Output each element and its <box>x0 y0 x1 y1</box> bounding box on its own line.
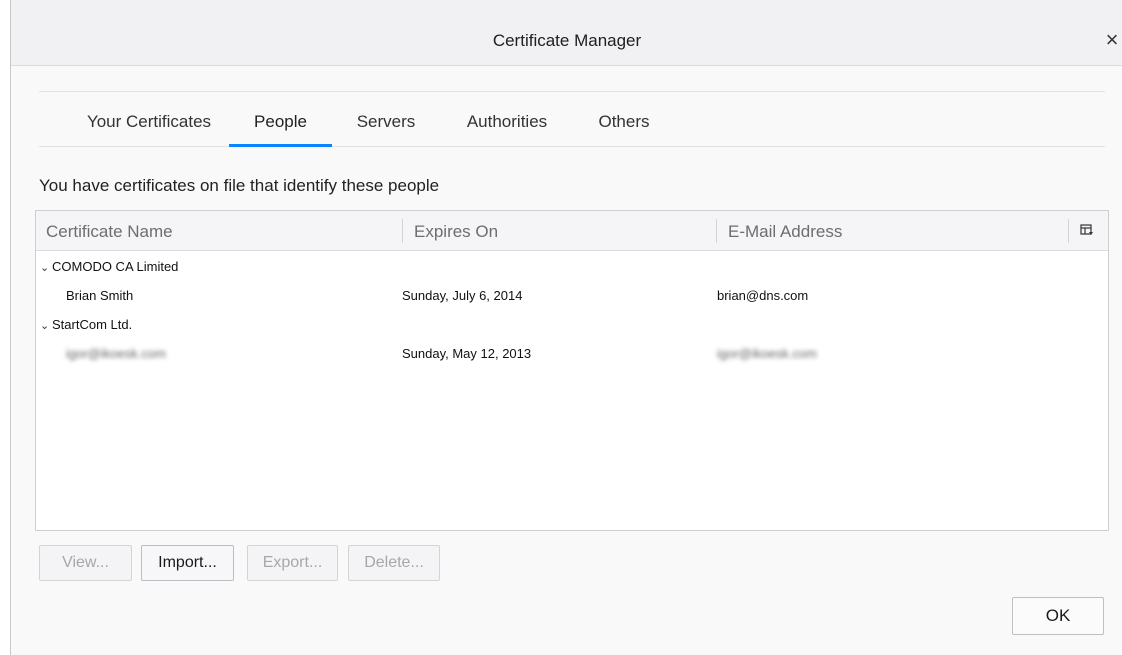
ok-button[interactable]: OK <box>1012 597 1104 635</box>
tree-group-row[interactable]: ⌄ COMODO CA Limited <box>36 252 1108 281</box>
certificate-manager-dialog: Certificate Manager × Your Certificates … <box>10 0 1122 655</box>
column-header-expires-on[interactable]: Expires On <box>414 211 498 251</box>
chevron-down-icon[interactable]: ⌄ <box>40 254 50 283</box>
group-name: COMODO CA Limited <box>52 259 179 274</box>
close-icon[interactable]: × <box>1103 27 1121 53</box>
column-header-certificate-name[interactable]: Certificate Name <box>46 211 173 251</box>
column-splitter[interactable] <box>716 219 717 243</box>
column-splitter[interactable] <box>402 219 403 243</box>
tab-people[interactable]: People <box>229 92 332 147</box>
title-bar: Certificate Manager × <box>11 0 1122 66</box>
tab-servers[interactable]: Servers <box>342 92 430 147</box>
view-button[interactable]: View... <box>39 545 132 581</box>
cell-email-address: igor@ikoesk.com <box>717 346 817 361</box>
background-window-edge <box>0 0 10 655</box>
column-header-email-address[interactable]: E-Mail Address <box>728 211 842 251</box>
export-button[interactable]: Export... <box>247 545 338 581</box>
people-description: You have certificates on file that ident… <box>39 176 440 195</box>
certificate-tree[interactable]: Certificate Name Expires On E-Mail Addre… <box>35 210 1109 531</box>
import-button[interactable]: Import... <box>141 545 234 581</box>
column-splitter[interactable] <box>1068 219 1069 243</box>
tab-others[interactable]: Others <box>584 92 664 147</box>
tree-group-row[interactable]: ⌄ StartCom Ltd. <box>36 310 1108 339</box>
dialog-title: Certificate Manager <box>492 31 642 50</box>
cell-expires-on: Sunday, July 6, 2014 <box>402 288 523 303</box>
tab-authorities[interactable]: Authorities <box>450 92 564 147</box>
cell-certificate-name: Brian Smith <box>66 288 134 303</box>
cell-expires-on: Sunday, May 12, 2013 <box>402 346 532 361</box>
tree-header: Certificate Name Expires On E-Mail Addre… <box>36 211 1108 251</box>
table-row[interactable]: Brian Smith Sunday, July 6, 2014 brian@d… <box>36 281 1108 310</box>
table-row[interactable]: igor@ikoesk.com Sunday, May 12, 2013 igo… <box>36 339 1108 368</box>
tab-your-certificates[interactable]: Your Certificates <box>61 92 237 147</box>
cell-certificate-name: igor@ikoesk.com <box>66 346 166 361</box>
chevron-down-icon[interactable]: ⌄ <box>40 312 50 341</box>
tab-strip: Your Certificates People Servers Authori… <box>39 91 1105 147</box>
group-name: StartCom Ltd. <box>52 317 133 332</box>
cell-email-address: brian@dns.com <box>717 288 809 303</box>
column-picker-icon[interactable] <box>1080 223 1094 237</box>
delete-button[interactable]: Delete... <box>348 545 440 581</box>
